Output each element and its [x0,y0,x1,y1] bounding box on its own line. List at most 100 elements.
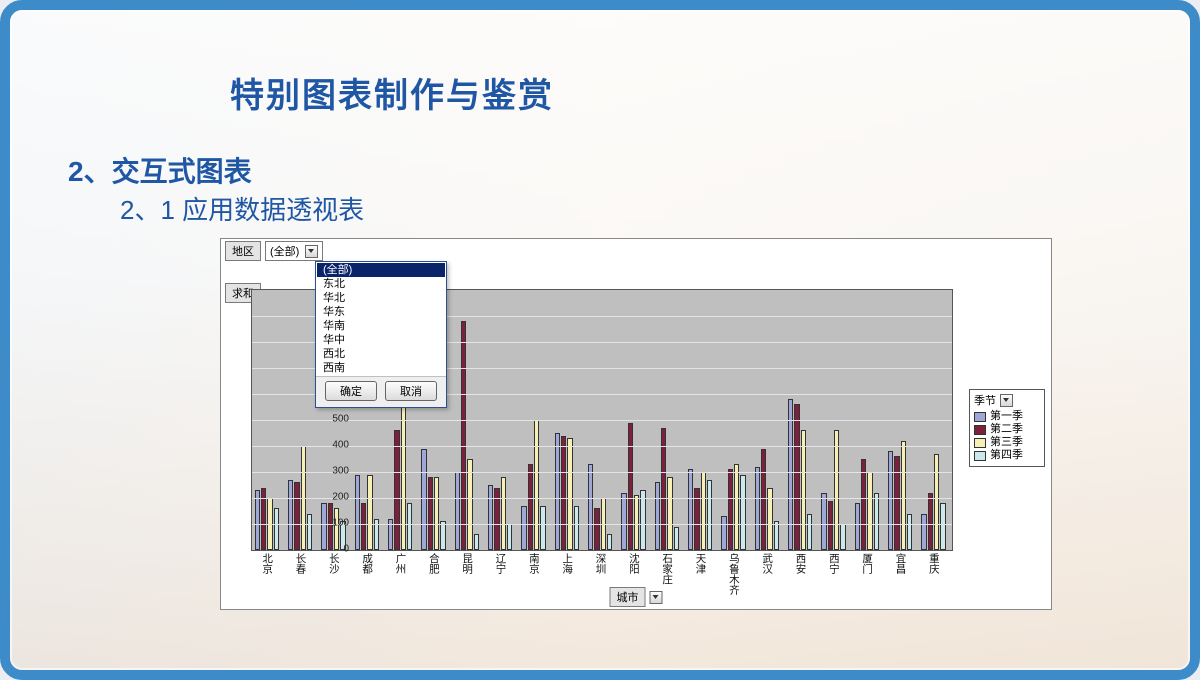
bar [688,469,693,550]
region-option[interactable]: 华东 [317,305,445,319]
x-tick-label: 长春 [294,553,309,574]
x-tick-label: 西安 [794,553,809,574]
bar [521,506,526,550]
bar-group [688,469,712,550]
bar-group [421,449,445,550]
bar [428,477,433,550]
bar-group [755,449,779,550]
region-option-list: (全部)东北华北华东华南华中西北西南 [316,262,446,376]
legend-label: 第三季 [990,436,1023,449]
bar [655,482,660,550]
bar [534,420,539,550]
bar [507,524,512,550]
x-tick-label: 上海 [560,553,575,574]
bar [940,503,945,550]
region-option[interactable]: 西南 [317,361,445,375]
bar [934,454,939,550]
chevron-down-icon [650,591,663,604]
bar [494,488,499,550]
legend-item: 第三季 [974,436,1040,449]
bar [588,464,593,550]
bar [707,480,712,550]
bar-group [255,488,279,550]
bar [867,472,872,550]
bar [334,508,339,550]
chevron-down-icon [305,245,318,258]
bar [767,488,772,550]
region-option[interactable]: 华北 [317,291,445,305]
bar [801,430,806,550]
x-tick-label: 广州 [394,553,409,574]
bar [294,482,299,550]
bar [261,488,266,550]
pivot-chart: 地区 (全部) 求和 (全部)东北华北华东华南华中西北西南 确定 取消 北京长春… [220,238,1052,610]
bar [540,506,545,550]
x-tick-label: 南京 [527,553,542,574]
bar [728,469,733,550]
bar [421,449,426,550]
bar [474,534,479,550]
bar-group [921,454,945,550]
bar-group [721,464,745,550]
chevron-down-icon [1000,394,1013,407]
region-option[interactable]: 华南 [317,319,445,333]
legend-swatch [974,425,986,435]
legend-title-text: 季节 [974,392,996,408]
ok-button[interactable]: 确定 [325,381,377,401]
bar [667,477,672,550]
slide: 特别图表制作与鉴赏 2、交互式图表 2、1 应用数据透视表 地区 (全部) 求和… [0,0,1200,680]
region-option[interactable]: 华中 [317,333,445,347]
bar [674,527,679,550]
region-option[interactable]: (全部) [317,263,445,277]
bar [755,467,760,550]
x-axis-labels: 北京长春长沙成都广州合肥昆明辽宁南京上海深圳沈阳石家庄天津乌鲁木齐武汉西安西宁厦… [251,551,951,611]
bar-group [888,441,912,550]
bar [928,493,933,550]
bar-group [821,430,845,550]
cancel-button[interactable]: 取消 [385,381,437,401]
bar-group [455,321,479,550]
bar [394,430,399,550]
bar [774,521,779,550]
bar [788,399,793,550]
x-tick-label: 深圳 [594,553,609,574]
bar [721,516,726,550]
bar [407,503,412,550]
bar [594,508,599,550]
bar [794,404,799,550]
bar [701,472,706,550]
x-tick-label: 天津 [694,553,709,574]
legend-item: 第二季 [974,423,1040,436]
section-heading: 2、交互式图表 [68,150,252,190]
x-axis-field-selector[interactable]: 城市 [610,587,663,607]
legend-label: 第二季 [990,423,1023,436]
bar [874,493,879,550]
bar-group [521,420,545,550]
region-option[interactable]: 西北 [317,347,445,361]
legend-label: 第四季 [990,449,1023,462]
legend-field-selector[interactable]: 季节 [974,392,1040,410]
region-dropdown: (全部)东北华北华东华南华中西北西南 确定 取消 [315,261,447,408]
bar [840,524,845,550]
page-field-bar: 地区 (全部) [225,241,323,261]
x-tick-label: 厦门 [860,553,875,574]
x-tick-label: 合肥 [427,553,442,574]
x-tick-label: 石家庄 [660,553,675,585]
bar [734,464,739,550]
bar-group [555,433,579,550]
bar [834,430,839,550]
bar [821,493,826,550]
bar-group [621,423,645,550]
x-tick-label: 武汉 [760,553,775,574]
x-tick-label: 沈阳 [627,553,642,574]
region-field-selector[interactable]: (全部) [265,241,323,261]
bar [694,488,699,550]
bar [901,441,906,550]
y-tick-label: 300 [332,466,349,477]
x-tick-label: 成都 [360,553,375,574]
bar [640,490,645,550]
bar [501,477,506,550]
region-option[interactable]: 东北 [317,277,445,291]
legend-swatch [974,438,986,448]
bar [921,514,926,550]
